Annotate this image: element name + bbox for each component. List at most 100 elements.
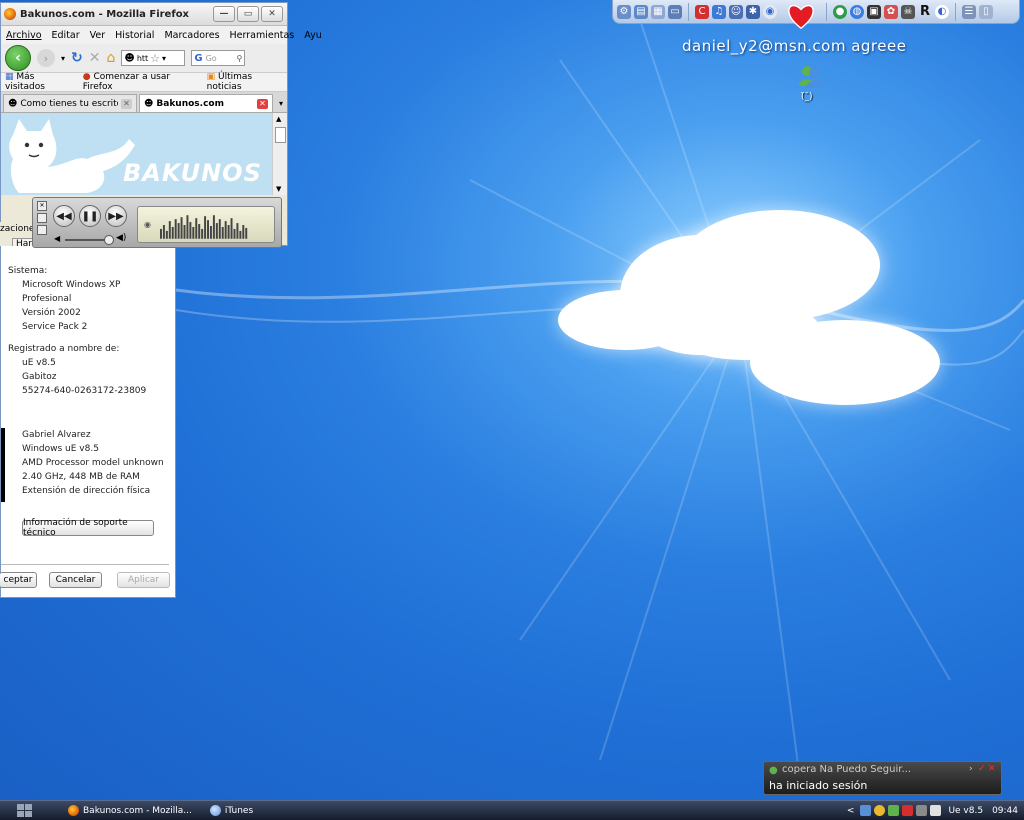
c-app-icon[interactable]: C — [695, 4, 709, 19]
site-favicon-icon: ☻ — [124, 52, 135, 64]
dock-separator — [955, 2, 956, 21]
browser-icon[interactable]: ● — [833, 4, 847, 19]
bookmark-most-visited[interactable]: ▦ Más visitados — [5, 72, 75, 92]
system-line: Microsoft Windows XP — [22, 280, 121, 290]
folder-icon[interactable]: ▤ — [634, 4, 648, 19]
menu-historial[interactable]: Historial — [115, 30, 154, 41]
accept-button[interactable]: ceptar — [0, 572, 37, 588]
tab-close-icon[interactable]: ✕ — [257, 98, 268, 109]
menu-herramientas[interactable]: Herramientas — [230, 30, 295, 41]
tab-label: Como tienes tu escritori... — [20, 98, 118, 109]
heart-icon[interactable] — [786, 2, 816, 30]
bookmark-latest-news[interactable]: ▣ Últimas noticias — [207, 72, 287, 92]
bookmark-getting-started[interactable]: ● Comenzar a usar Firefox — [83, 72, 199, 92]
media-icon[interactable]: ▣ — [867, 4, 881, 19]
tab-strip: ☻ Como tienes tu escritori... ✕ ☻ Bakuno… — [1, 92, 287, 113]
tray-shield-icon[interactable] — [916, 805, 928, 816]
maximize-button[interactable]: ▭ — [237, 6, 259, 22]
equalizer-visualizer — [160, 215, 248, 239]
tray-messenger-icon[interactable] — [874, 805, 886, 816]
stop-icon[interactable]: ✕ — [89, 50, 101, 66]
support-info-button[interactable]: Información de soporte técnico — [22, 518, 154, 538]
url-bar[interactable]: ☻ htt ☆ ▾ — [121, 50, 186, 66]
disc-icon[interactable]: ◉ — [763, 4, 777, 19]
google-icon[interactable]: G — [194, 53, 202, 64]
trash-icon[interactable]: ▯ — [979, 4, 993, 19]
firefox-title-bar[interactable]: Bakunos.com - Mozilla Firefox — ▭ ✕ — [1, 3, 287, 26]
home-icon[interactable]: ⌂ — [106, 50, 115, 66]
bookmark-star-icon[interactable]: ☆ — [150, 52, 160, 65]
tab-escritorio[interactable]: ☻ Como tienes tu escritori... ✕ — [3, 94, 137, 112]
network-icon[interactable]: ⚙ — [617, 4, 631, 19]
notification-close-icon[interactable]: ✕ — [988, 764, 996, 774]
menu-ayuda[interactable]: Ayu — [304, 30, 322, 41]
firefox-icon — [4, 8, 16, 20]
itunes-restore-icon[interactable] — [37, 213, 47, 223]
page-content: BAKUNOS ▲ ▼ — [1, 113, 287, 195]
scroll-thumb[interactable] — [275, 127, 286, 143]
msn-user-label: daniel_y2@msn.com agreee — [682, 37, 907, 55]
top-dock-toolbar: ⚙ ▤ ▦ ▭ C ♫ ☺ ✱ ◉ ● ◍ ▣ ✿ ☠ R ◐ ☰ ▯ — [612, 0, 1020, 24]
start-button[interactable] — [0, 801, 50, 820]
tray-expand-icon[interactable]: < — [847, 806, 855, 816]
vertical-scrollbar[interactable]: ▲ ▼ — [272, 113, 287, 195]
msn-icon-label[interactable]: (̄_̄) — [801, 92, 813, 102]
search-icon[interactable]: ⚲ — [237, 54, 243, 63]
forward-button[interactable]: › — [37, 49, 55, 67]
notification-check-icon[interactable]: ✓ — [978, 764, 986, 774]
tools-icon[interactable]: ☰ — [962, 4, 976, 19]
apply-button[interactable]: Aplicar — [117, 572, 170, 588]
tray-network-icon[interactable] — [888, 805, 900, 816]
bookmarks-toolbar: ▦ Más visitados ● Comenzar a usar Firefo… — [1, 72, 287, 92]
scroll-up-icon[interactable]: ▲ — [276, 115, 281, 123]
url-dropdown-icon[interactable]: ▾ — [162, 54, 166, 63]
menu-marcadores[interactable]: Marcadores — [164, 30, 219, 41]
search-box[interactable]: G Go ⚲ — [191, 50, 246, 66]
minimize-button[interactable]: — — [213, 6, 235, 22]
windows-logo-icon — [17, 803, 32, 817]
tab-bakunos[interactable]: ☻ Bakunos.com ✕ — [139, 94, 273, 112]
msn-user-icon: ● — [769, 765, 778, 776]
tray-volume-icon[interactable] — [930, 805, 942, 816]
itunes-minimize-icon[interactable] — [37, 225, 47, 235]
reload-icon[interactable]: ↻ — [71, 50, 83, 66]
taskbar-item-firefox[interactable]: Bakunos.com - Mozilla... — [62, 803, 198, 818]
cartoon-icon[interactable]: ✿ — [884, 4, 898, 19]
notification-line1: copera Na Puedo Seguir... — [782, 764, 912, 775]
sphere-icon[interactable]: ◐ — [935, 4, 949, 19]
previous-track-button[interactable]: ◀◀ — [53, 205, 75, 227]
music-icon[interactable]: ♫ — [712, 4, 726, 19]
settings-icon[interactable]: ✱ — [746, 4, 760, 19]
itunes-close-icon[interactable]: ✕ — [37, 201, 47, 211]
notification-next-icon[interactable]: › — [969, 764, 973, 774]
calendar-icon[interactable]: ▦ — [651, 4, 665, 19]
system-line: Versión 2002 — [22, 308, 81, 318]
volume-slider-knob[interactable] — [104, 235, 114, 245]
monitor-icon[interactable]: ▭ — [668, 4, 682, 19]
back-button[interactable]: ‹ — [5, 45, 31, 71]
msn-signin-notification[interactable]: ● copera Na Puedo Seguir... ha iniciado … — [763, 761, 1002, 795]
msn-messenger-icon[interactable] — [797, 64, 823, 90]
tab-close-icon[interactable]: ✕ — [121, 98, 132, 109]
taskbar-item-label: iTunes — [224, 805, 254, 816]
globe-icon[interactable]: ◍ — [850, 4, 864, 19]
tab-list-dropdown-icon[interactable]: ▾ — [279, 99, 283, 108]
user-icon[interactable]: ☺ — [729, 4, 743, 19]
cancel-button[interactable]: Cancelar — [49, 572, 102, 588]
taskbar-item-itunes[interactable]: iTunes — [204, 803, 259, 818]
menu-ver[interactable]: Ver — [90, 30, 106, 41]
close-button[interactable]: ✕ — [261, 6, 283, 22]
tray-antivirus-icon[interactable] — [902, 805, 914, 816]
scroll-down-icon[interactable]: ▼ — [276, 185, 281, 193]
computer-line: AMD Processor model unknown — [22, 458, 164, 468]
next-track-button[interactable]: ▶▶ — [105, 205, 127, 227]
skull-icon[interactable]: ☠ — [901, 4, 915, 19]
pause-button[interactable]: ❚❚ — [79, 205, 101, 227]
display-mode-icon[interactable]: ◉ — [144, 220, 151, 229]
menu-editar[interactable]: Editar — [52, 30, 80, 41]
menu-archivo[interactable]: Archivo — [6, 30, 42, 41]
history-dropdown-icon[interactable]: ▾ — [61, 54, 65, 63]
tray-monitor-icon[interactable] — [860, 805, 872, 816]
r-app-icon[interactable]: R — [918, 4, 932, 19]
tray-clock[interactable]: 09:44 — [992, 806, 1018, 816]
